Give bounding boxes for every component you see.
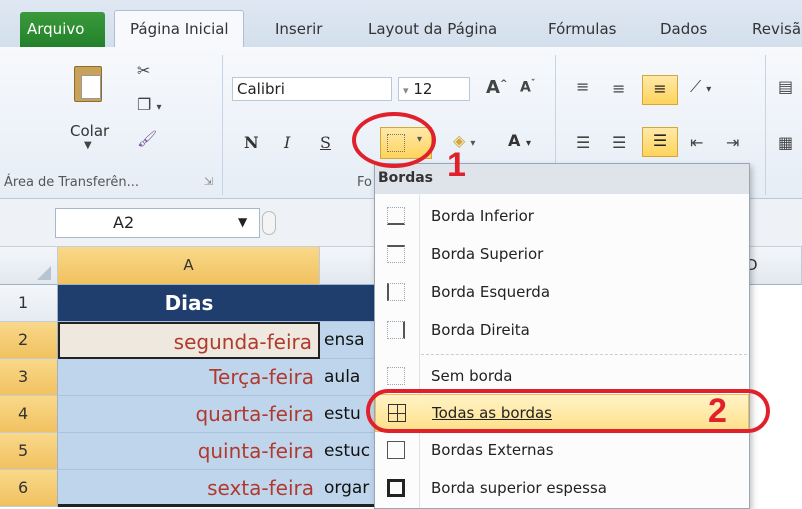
dialog-launcher-icon[interactable]: ⇲ <box>204 175 213 188</box>
increase-indent-icon[interactable]: ⇥ <box>726 133 739 152</box>
tab-pagina-inicial[interactable]: Página Inicial <box>114 10 244 48</box>
border-bottom-icon <box>387 207 405 225</box>
menu-separator <box>421 354 747 355</box>
font-name-combo[interactable]: Calibri <box>232 77 392 101</box>
paste-label: Colar <box>70 122 110 140</box>
cell-a6[interactable]: sexta-feira <box>58 470 320 507</box>
row-header-6[interactable]: 6 <box>0 470 58 507</box>
cell-b1[interactable] <box>320 285 380 322</box>
menu-item-label: Borda Esquerda <box>431 283 551 301</box>
shrink-font-icon[interactable]: Aˇ <box>520 79 535 96</box>
row-header-4[interactable]: 4 <box>0 396 58 433</box>
cell-a1[interactable]: Dias <box>58 285 320 322</box>
cell-b6[interactable]: orgar <box>320 470 380 507</box>
name-box[interactable]: A2 <box>55 208 260 238</box>
menu-item-label: Sem borda <box>431 367 513 385</box>
clipboard-group-label: Área de Transferên... <box>4 175 140 190</box>
align-middle-icon[interactable]: ≡ <box>612 79 625 98</box>
tab-revisao[interactable]: Revisã <box>752 20 801 38</box>
tab-dados[interactable]: Dados <box>660 20 707 38</box>
cell-a5[interactable]: quinta-feira <box>58 433 320 470</box>
bold-button[interactable]: N <box>244 133 259 152</box>
orientation-icon[interactable]: ⟋ ▾ <box>690 77 711 97</box>
dropdown-icon: ▾ <box>403 84 409 97</box>
font-group-label: Fo <box>357 175 372 190</box>
borders-menu: Bordas Borda Inferior Borda Superior Bor… <box>374 163 750 509</box>
cell-b5[interactable]: estuc <box>320 433 380 470</box>
copy-icon[interactable]: ❐ ▾ <box>137 95 161 114</box>
font-color-icon[interactable]: A ▾ <box>508 131 531 150</box>
menu-title: Bordas <box>375 164 749 194</box>
row-header-1[interactable]: 1 <box>0 285 58 322</box>
menu-item-label: Borda superior espessa <box>431 479 607 497</box>
no-border-icon <box>387 367 405 385</box>
align-bottom-button[interactable]: ≡ <box>642 75 678 105</box>
italic-button[interactable]: I <box>284 133 290 152</box>
menu-item-borda-superior-espessa[interactable]: Borda superior espessa <box>375 470 749 508</box>
menu-item-borda-esquerda[interactable]: Borda Esquerda <box>375 274 749 312</box>
tab-layout-da-pagina[interactable]: Layout da Página <box>368 20 497 38</box>
menu-item-label: Bordas Externas <box>431 441 554 459</box>
thick-box-border-icon <box>387 479 405 497</box>
annotation-ring-1 <box>352 112 436 168</box>
column-header-a[interactable]: A <box>58 247 320 285</box>
align-left-icon[interactable]: ☰ <box>576 133 590 152</box>
group-separator <box>765 55 766 195</box>
cut-icon[interactable]: ✂ <box>137 61 150 80</box>
font-size-value: 12 <box>413 80 433 98</box>
formula-bar-handle[interactable] <box>262 211 276 235</box>
cell-a4[interactable]: quarta-feira <box>58 396 320 433</box>
border-right-icon <box>387 321 405 339</box>
chevron-down-icon: ▼ <box>84 140 92 151</box>
select-all-corner[interactable] <box>0 247 58 285</box>
tab-formulas[interactable]: Fórmulas <box>548 20 616 38</box>
merge-center-icon[interactable]: ▦ <box>778 133 793 152</box>
decrease-indent-icon[interactable]: ⇤ <box>690 133 703 152</box>
align-right-button[interactable]: ☰ <box>642 127 678 157</box>
tab-inserir[interactable]: Inserir <box>275 20 322 38</box>
clipboard-icon <box>74 66 102 102</box>
outside-borders-icon <box>387 441 405 459</box>
cell-a2[interactable]: segunda-feira <box>58 322 320 359</box>
paste-button[interactable]: Colar ▼ <box>62 62 122 157</box>
cell-a3[interactable]: Terça-feira <box>58 359 320 396</box>
menu-item-label: Borda Superior <box>431 245 544 263</box>
group-separator <box>222 55 223 195</box>
annotation-number-1: 1 <box>447 146 466 184</box>
menu-item-bordas-externas[interactable]: Bordas Externas <box>375 432 749 470</box>
align-bottom-icon: ≡ <box>653 79 667 98</box>
wrap-text-icon[interactable]: ▤ <box>778 77 793 96</box>
align-top-icon[interactable]: ≡ <box>576 77 589 96</box>
row-header-2[interactable]: 2 <box>0 322 58 359</box>
underline-button[interactable]: S <box>320 133 331 152</box>
ribbon-tab-bar: Arquivo Página Inicial Inserir Layout da… <box>0 0 802 48</box>
row-header-5[interactable]: 5 <box>0 433 58 470</box>
cell-b2[interactable]: ensa <box>320 322 380 359</box>
align-right-icon: ☰ <box>652 131 668 150</box>
menu-item-label: Borda Direita <box>431 321 530 339</box>
menu-item-label: Borda Inferior <box>431 207 534 225</box>
border-top-icon <box>387 245 405 263</box>
font-size-combo[interactable]: ▾ 12 <box>398 77 470 101</box>
annotation-number-2: 2 <box>708 392 727 430</box>
tab-arquivo[interactable]: Arquivo <box>20 12 105 47</box>
cell-b3[interactable]: aula <box>320 359 380 396</box>
border-left-icon <box>387 283 405 301</box>
menu-item-borda-superior[interactable]: Borda Superior <box>375 236 749 274</box>
row-header-3[interactable]: 3 <box>0 359 58 396</box>
menu-item-borda-inferior[interactable]: Borda Inferior <box>375 198 749 236</box>
grow-font-icon[interactable]: A^ <box>486 77 507 98</box>
name-box-dropdown-icon[interactable]: ▼ <box>238 215 247 229</box>
format-painter-icon[interactable]: 🖌 <box>137 129 157 148</box>
align-center-icon[interactable]: ☰ <box>612 133 626 152</box>
menu-item-borda-direita[interactable]: Borda Direita <box>375 312 749 350</box>
